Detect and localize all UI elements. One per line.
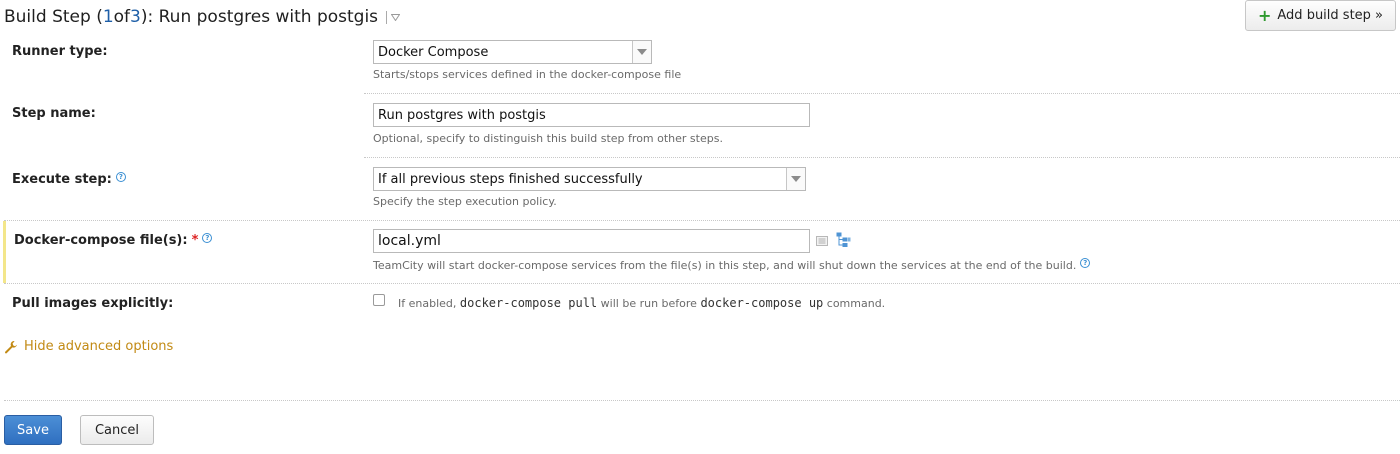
help-icon[interactable]: ? xyxy=(1080,258,1091,268)
vcs-tree-icon[interactable] xyxy=(836,232,851,248)
help-icon[interactable]: ? xyxy=(115,172,126,182)
step-name-input[interactable]: Run postgres with postgis xyxy=(373,103,810,127)
divider xyxy=(364,157,1400,158)
title-prefix: Build Step ( xyxy=(4,7,103,27)
compose-files-hint: TeamCity will start docker-compose servi… xyxy=(373,259,1077,272)
pull-images-hint-mid: will be run before xyxy=(600,297,697,310)
wrench-icon xyxy=(5,340,17,353)
footer-divider xyxy=(4,400,1400,401)
step-name-label: Step name: xyxy=(12,106,96,121)
pull-images-hint-post: command. xyxy=(826,297,886,310)
runner-type-hint: Starts/stops services defined in the doc… xyxy=(373,68,682,81)
help-icon[interactable]: ? xyxy=(202,233,213,243)
compose-files-label-wrap: Docker-compose file(s): *? xyxy=(14,233,213,248)
execute-step-label: Execute step: xyxy=(12,172,112,187)
required-mark: * xyxy=(191,233,199,248)
divider xyxy=(4,220,1400,221)
hide-advanced-options-link[interactable]: Hide advanced options xyxy=(4,339,173,354)
save-button[interactable]: Save xyxy=(4,415,62,445)
divider xyxy=(4,283,1400,284)
compose-files-input[interactable]: local.yml xyxy=(373,229,810,253)
divider xyxy=(364,93,1400,94)
title-total-steps: 3 xyxy=(130,7,141,27)
text-editor-icon[interactable] xyxy=(816,235,828,247)
runner-type-label: Runner type: xyxy=(12,44,108,59)
pull-command: docker-compose pull xyxy=(459,296,598,310)
chevron-down-icon xyxy=(786,168,805,190)
title-of: of xyxy=(113,7,131,27)
execute-step-value: If all previous steps finished successfu… xyxy=(378,172,643,187)
compose-files-label: Docker-compose file(s): xyxy=(14,233,188,248)
step-menu-toggle[interactable] xyxy=(386,10,401,24)
cancel-button[interactable]: Cancel xyxy=(80,415,154,445)
pull-images-checkbox[interactable] xyxy=(373,294,385,306)
page-title: Build Step (1 of 3): Run postgres with p… xyxy=(4,4,401,30)
chevron-down-icon xyxy=(391,13,401,21)
menu-separator xyxy=(386,10,388,24)
execute-step-select[interactable]: If all previous steps finished successfu… xyxy=(373,167,806,191)
step-name-hint: Optional, specify to distinguish this bu… xyxy=(373,132,723,145)
chevron-down-icon xyxy=(632,41,651,63)
execute-step-hint: Specify the step execution policy. xyxy=(373,195,557,208)
hide-advanced-options-label: Hide advanced options xyxy=(24,339,174,354)
compose-files-hint-wrap: TeamCity will start docker-compose servi… xyxy=(373,258,1091,272)
runner-type-value: Docker Compose xyxy=(378,45,489,60)
pull-images-hint: If enabled, docker-compose pull will be … xyxy=(398,296,885,310)
pull-images-hint-pre: If enabled, xyxy=(398,297,457,310)
plus-icon: + xyxy=(1257,5,1272,25)
title-suffix: ): Run postgres with postgis xyxy=(140,7,379,27)
add-build-step-button[interactable]: + Add build step » xyxy=(1245,0,1396,31)
execute-step-label-wrap: Execute step:? xyxy=(12,172,126,187)
runner-type-select[interactable]: Docker Compose xyxy=(373,40,652,64)
title-current-step: 1 xyxy=(102,7,114,27)
add-build-step-label: Add build step » xyxy=(1277,8,1383,23)
runner-type-row: Runner type: xyxy=(4,40,1396,94)
pull-images-label: Pull images explicitly: xyxy=(12,296,174,311)
up-command: docker-compose up xyxy=(700,296,824,310)
